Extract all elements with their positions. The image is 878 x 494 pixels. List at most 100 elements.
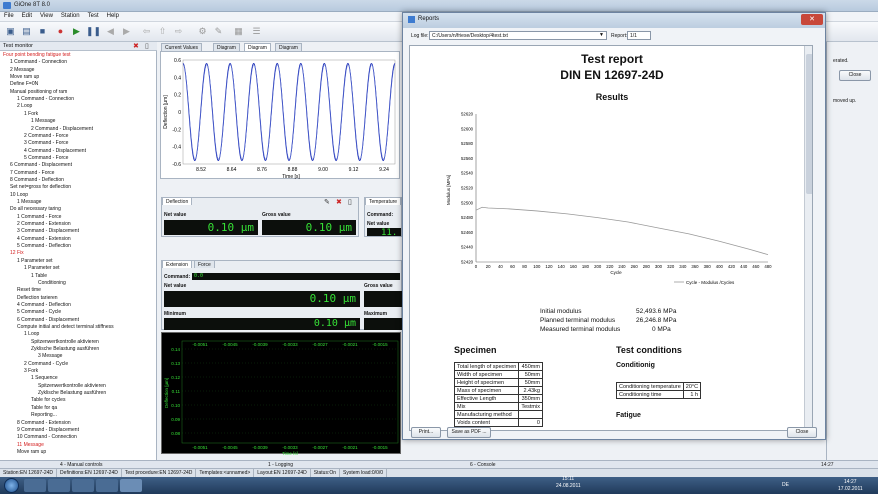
- dialog-close-button[interactable]: Close: [787, 427, 817, 438]
- menu-test[interactable]: Test: [84, 12, 103, 20]
- taskbar-app-1[interactable]: [24, 479, 46, 492]
- step-icon[interactable]: ▶: [120, 25, 133, 38]
- tree-node[interactable]: 1 Command - Force: [17, 214, 61, 220]
- layout-icon[interactable]: ▦: [232, 25, 245, 38]
- tree-node[interactable]: 1 Loop: [24, 331, 39, 337]
- save-icon[interactable]: ■: [36, 25, 49, 38]
- tree-node[interactable]: 6 Command - Displacement: [10, 162, 72, 168]
- menu-view[interactable]: View: [36, 12, 57, 20]
- print-button[interactable]: Print...: [411, 427, 441, 438]
- tree-node[interactable]: 2 Message: [10, 67, 34, 73]
- taskbar-app-3[interactable]: [72, 479, 94, 492]
- new-icon[interactable]: ▣: [4, 25, 17, 38]
- edit-icon[interactable]: ✎: [324, 198, 330, 206]
- scrollbar-thumb[interactable]: [806, 54, 812, 194]
- tree-node[interactable]: 5 Command - Deflection: [17, 243, 71, 249]
- arrow-up-icon[interactable]: ⇧: [156, 25, 169, 38]
- wrench-icon[interactable]: ✎: [212, 25, 225, 38]
- tree-node[interactable]: 10 Command - Connection: [17, 434, 77, 440]
- tree-node[interactable]: 3 Fork: [24, 368, 38, 374]
- tree-node[interactable]: 3 Command - Displacement: [17, 228, 79, 234]
- tree-node[interactable]: Set net=gross for deflection: [10, 184, 71, 190]
- center-tab[interactable]: Diagram: [275, 43, 302, 51]
- extension-tab[interactable]: Extension: [162, 260, 192, 268]
- tool-icon[interactable]: ⚙: [196, 25, 209, 38]
- tree-node[interactable]: Move ram up: [10, 74, 39, 80]
- tree-node[interactable]: 11 Message: [17, 442, 44, 448]
- tree-node[interactable]: 1 Fork: [24, 111, 38, 117]
- open-icon[interactable]: ▤: [20, 25, 33, 38]
- tree-node[interactable]: 2 Loop: [17, 103, 32, 109]
- tree-node[interactable]: Move ram up: [17, 449, 46, 455]
- dialog-close-icon[interactable]: ✕: [801, 14, 823, 25]
- tree-node[interactable]: 5 Command - Cycle: [17, 309, 61, 315]
- menu-help[interactable]: Help: [103, 12, 123, 20]
- deflection-tab[interactable]: Deflection: [162, 197, 193, 205]
- stop-icon[interactable]: ●: [54, 25, 67, 38]
- page-icon[interactable]: ▯: [145, 42, 149, 50]
- tree-node[interactable]: 4 Command - Extension: [17, 236, 71, 242]
- report-spinner[interactable]: 1/1: [627, 31, 651, 40]
- tree-node[interactable]: 1 Parameter set: [24, 265, 60, 271]
- language-indicator[interactable]: DE: [782, 482, 789, 488]
- menu-edit[interactable]: Edit: [18, 12, 36, 20]
- tree-node[interactable]: 2 Command - Force: [24, 133, 68, 139]
- tree-node[interactable]: Table for qa: [31, 405, 57, 411]
- menu-station[interactable]: Station: [57, 12, 84, 20]
- document-scrollbar[interactable]: [804, 46, 812, 430]
- tree-node[interactable]: 1 Table: [31, 273, 47, 279]
- tree-node[interactable]: Manual positioning of ram: [10, 89, 67, 95]
- tree-node[interactable]: 1 Message: [17, 199, 41, 205]
- tree-node[interactable]: Reset time: [17, 287, 41, 293]
- tree-node[interactable]: Conditioning: [38, 280, 66, 286]
- tree-node[interactable]: Define F=0N: [10, 81, 38, 87]
- temperature-tab[interactable]: Temperature: [365, 198, 401, 205]
- taskbar-app-4[interactable]: [96, 479, 118, 492]
- tree-node[interactable]: Zyklische Belastung ausführen: [31, 346, 99, 352]
- tree-node[interactable]: Compute initial and detect terminal stif…: [17, 324, 114, 330]
- tree-node[interactable]: 1 Sequence: [31, 375, 58, 381]
- logfile-select[interactable]: C:/Users/n/friese/Desktop/4test.txt ▼: [429, 31, 607, 40]
- tree-node[interactable]: 7 Command - Force: [10, 170, 54, 176]
- taskbar-app-2[interactable]: [48, 479, 70, 492]
- menu-file[interactable]: File: [0, 12, 18, 20]
- tree-node[interactable]: Spitzenwertkontrolle aktivieren: [31, 339, 99, 345]
- center-tab[interactable]: Diagram: [213, 43, 240, 51]
- tree-node[interactable]: 8 Command - Deflection: [10, 177, 64, 183]
- step-back-icon[interactable]: ◀: [104, 25, 117, 38]
- center-tab[interactable]: Current Values: [161, 43, 202, 51]
- report-icon[interactable]: ☰: [250, 25, 263, 38]
- arrow-left-icon[interactable]: ⇦: [140, 25, 153, 38]
- center-tab[interactable]: Diagram: [244, 43, 271, 51]
- tree-node[interactable]: 6 Command - Displacement: [17, 317, 79, 323]
- background-close-button[interactable]: Close: [839, 70, 871, 81]
- tree-node[interactable]: Table for cycles: [31, 397, 65, 403]
- page-icon[interactable]: ▯: [348, 198, 352, 206]
- tree-node[interactable]: 1 Command - Connection: [10, 59, 67, 65]
- tree-node[interactable]: 3 Command - Force: [24, 140, 68, 146]
- save-pdf-button[interactable]: Save as PDF ...: [447, 427, 491, 438]
- tree-node[interactable]: 1 Command - Connection: [17, 96, 74, 102]
- close-icon[interactable]: ✖: [133, 42, 139, 50]
- remove-icon[interactable]: ✖: [336, 198, 342, 206]
- tree-node[interactable]: Zyklische Belastung ausführen: [38, 390, 106, 396]
- start-button[interactable]: [4, 478, 19, 493]
- tree-node[interactable]: 2 Command - Cycle: [24, 361, 68, 367]
- tree-node[interactable]: 8 Command - Extension: [17, 420, 71, 426]
- play-icon[interactable]: ▶: [70, 25, 83, 38]
- tree-node[interactable]: 9 Command - Displacement: [17, 427, 79, 433]
- tree-node[interactable]: Do all necessary taring: [10, 206, 61, 212]
- tree-node[interactable]: Deflection tarieren: [17, 295, 58, 301]
- tree-node[interactable]: Reporting...: [31, 412, 57, 418]
- tree-node[interactable]: 4 Command - Deflection: [17, 302, 71, 308]
- arrow-right-icon[interactable]: ⇨: [172, 25, 185, 38]
- tree-node[interactable]: 2 Command - Displacement: [31, 126, 93, 132]
- tree-node[interactable]: 2 Command - Extension: [17, 221, 71, 227]
- tree-node[interactable]: Spitzenwertkontrolle aktivieren: [38, 383, 106, 389]
- tree-node[interactable]: 10 Loop: [10, 192, 28, 198]
- tree-node[interactable]: 1 Message: [31, 118, 55, 124]
- tree-node[interactable]: 3 Message: [38, 353, 62, 359]
- tree-node[interactable]: 4 Command - Displacement: [24, 148, 86, 154]
- pause-icon[interactable]: ❚❚: [86, 25, 101, 38]
- taskbar-app-5[interactable]: [120, 479, 142, 492]
